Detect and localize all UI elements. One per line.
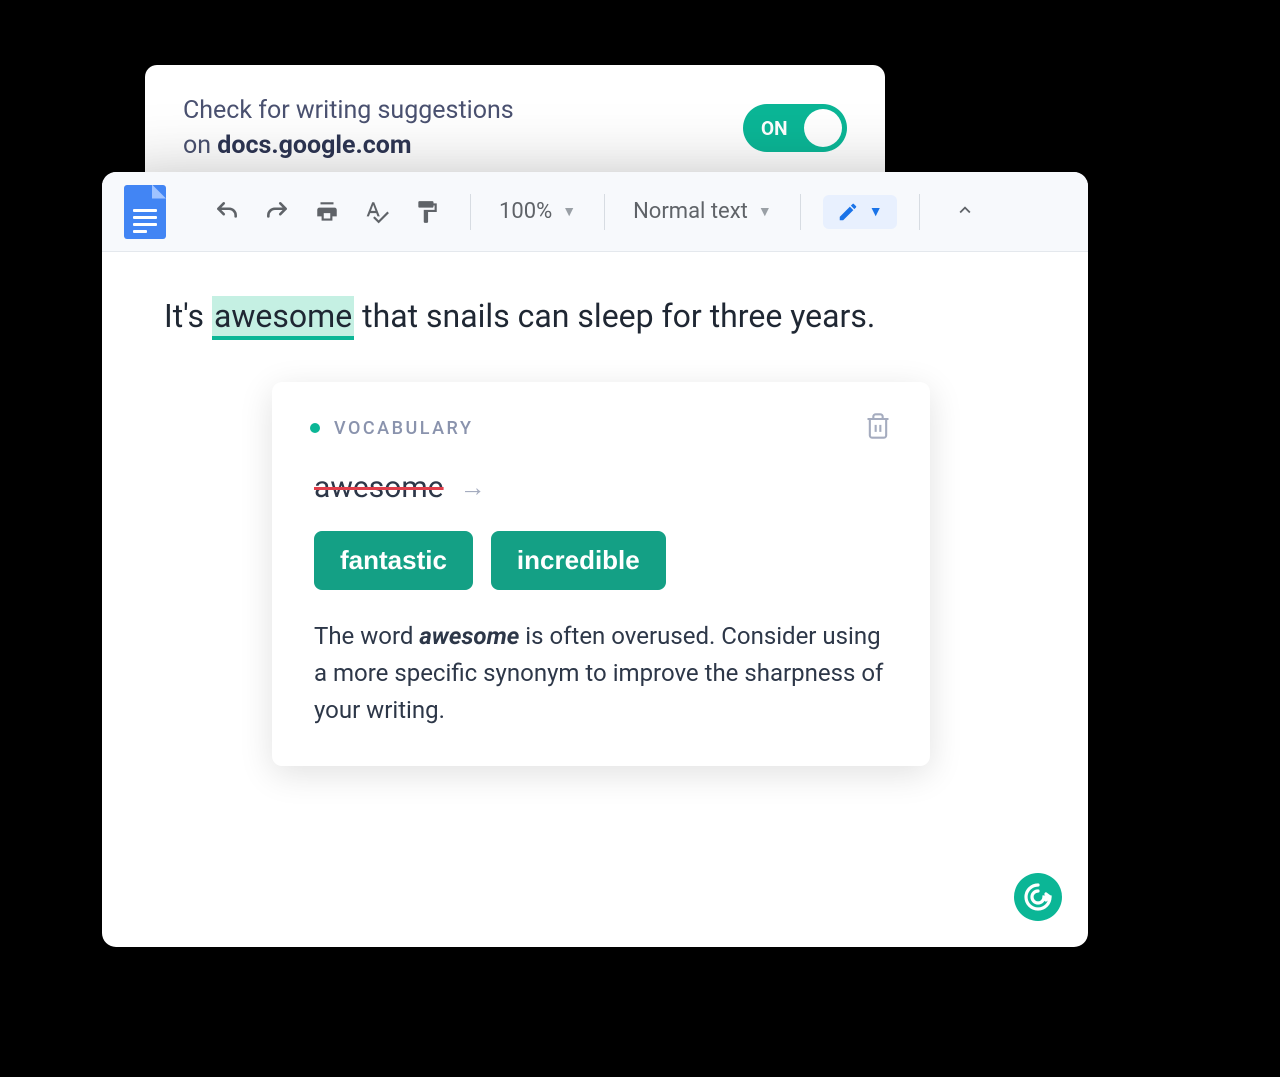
category-dot-icon: [310, 423, 320, 433]
replacement-options: fantastic incredible: [310, 531, 892, 590]
settings-line2-prefix: on: [183, 131, 217, 160]
trash-icon: [864, 412, 892, 440]
grammarly-badge[interactable]: [1014, 873, 1062, 921]
toolbar: 100% ▼ Normal text ▼ ▼: [102, 172, 1088, 252]
chevron-up-icon: [954, 199, 976, 221]
format-paint-icon[interactable]: [410, 195, 444, 229]
toolbar-separator: [604, 194, 605, 230]
replacement-button-1[interactable]: incredible: [491, 531, 666, 590]
grammarly-logo-icon: [1022, 881, 1054, 913]
text-style-selector[interactable]: Normal text ▼: [627, 199, 778, 224]
settings-line1: Check for writing suggestions: [183, 96, 514, 125]
chevron-down-icon: ▼: [562, 203, 576, 220]
toggle-knob: [804, 109, 842, 147]
zoom-selector[interactable]: 100% ▼: [493, 199, 582, 224]
document-text: It's awesome that snails can sleep for t…: [164, 294, 1026, 339]
text-before-highlight: It's: [164, 297, 212, 335]
settings-domain: docs.google.com: [217, 131, 411, 160]
highlighted-word[interactable]: awesome: [212, 296, 354, 340]
replacement-button-0[interactable]: fantastic: [314, 531, 473, 590]
desc-prefix: The word: [314, 622, 419, 650]
undo-icon[interactable]: [210, 195, 244, 229]
suggestions-toggle[interactable]: ON: [743, 104, 847, 152]
suggestion-category: VOCABULARY: [310, 418, 473, 439]
suggestion-header: VOCABULARY: [310, 412, 892, 444]
toolbar-separator: [919, 194, 920, 230]
document-body[interactable]: It's awesome that snails can sleep for t…: [102, 252, 1088, 381]
spellcheck-icon[interactable]: [360, 195, 394, 229]
style-label: Normal text: [633, 199, 748, 224]
category-label: VOCABULARY: [334, 418, 473, 439]
original-word: awesome: [314, 470, 444, 505]
print-icon[interactable]: [310, 195, 344, 229]
settings-prompt: Check for writing suggestions on docs.go…: [183, 93, 514, 163]
chevron-down-icon: ▼: [758, 203, 772, 220]
toggle-on-label: ON: [761, 117, 788, 140]
suggestion-replacement-row: awesome →: [310, 470, 892, 505]
suggestion-card: VOCABULARY awesome → fantastic incredibl…: [272, 382, 930, 766]
redo-icon[interactable]: [260, 195, 294, 229]
arrow-right-icon: →: [460, 472, 486, 503]
toolbar-separator: [470, 194, 471, 230]
suggestion-description: The word awesome is often overused. Cons…: [310, 618, 892, 730]
dismiss-suggestion-button[interactable]: [864, 412, 892, 444]
zoom-value: 100%: [499, 199, 552, 224]
desc-word: awesome: [419, 622, 519, 650]
edit-mode-button[interactable]: ▼: [823, 195, 897, 229]
text-after-highlight: that snails can sleep for three years.: [354, 297, 875, 335]
chevron-down-icon: ▼: [869, 203, 883, 220]
toolbar-separator: [800, 194, 801, 230]
pencil-icon: [837, 201, 859, 223]
collapse-toolbar-button[interactable]: [954, 199, 976, 225]
editor-window: 100% ▼ Normal text ▼ ▼ It's awesome that…: [102, 172, 1088, 947]
google-docs-icon[interactable]: [124, 185, 166, 239]
